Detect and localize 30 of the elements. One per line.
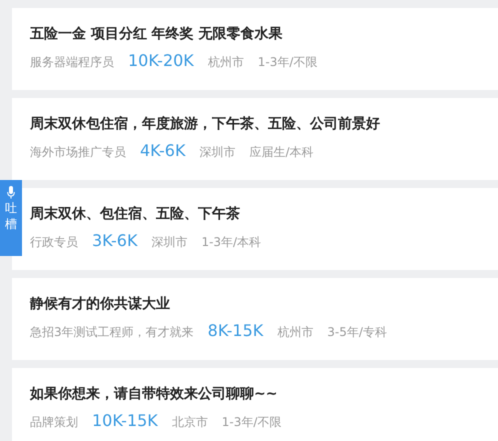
job-card[interactable]: 静候有才的你共谋大业 急招3年测试工程师，有才就来 8K-15K 杭州市 3-5年/专科: [12, 278, 498, 360]
job-position: 急招3年测试工程师，有才就来: [30, 324, 194, 341]
job-requirement: 1-3年/不限: [258, 54, 318, 71]
salary-range: 8K-15K: [208, 321, 264, 341]
job-title: 五险一金 项目分红 年终奖 无限零食水果: [30, 25, 284, 44]
job-title: 静候有才的你共谋大业: [30, 295, 171, 314]
job-city: 北京市: [172, 414, 208, 431]
job-city: 深圳市: [151, 234, 188, 251]
salary-range: 3K-6K: [92, 231, 138, 251]
job-requirement: 1-3年/不限: [222, 414, 282, 431]
job-title: 周末双休包住宿，年度旅游，下午茶、五险、公司前景好: [30, 114, 381, 134]
job-card[interactable]: 如果你想来，请自带特效来公司聊聊~~ 品牌策划 10K-15K 北京市 1-3年/不限: [12, 368, 498, 441]
job-title: 周末双休、包住宿、五险、下午茶: [30, 204, 241, 224]
job-city: 杭州市: [208, 54, 244, 71]
job-position: 服务器端程序员: [30, 54, 114, 71]
job-requirement: 应届生/本科: [249, 144, 314, 161]
salary-range: 10K-20K: [128, 51, 194, 71]
job-card[interactable]: 五险一金 项目分红 年终奖 无限零食水果 服务器端程序员 10K-20K 杭州市 1-3年/不限: [12, 8, 498, 90]
job-title: 如果你想来，请自带特效来公司聊聊~~: [30, 385, 278, 404]
job-card[interactable]: 周末双休包住宿，年度旅游，下午茶、五险、公司前景好 海外市场推广专员 4K-6K 深圳市 应届生/本科: [12, 98, 498, 180]
job-requirement: 1-3年/本科: [201, 234, 262, 251]
microphone-icon: [7, 186, 15, 199]
salary-range: 10K-15K: [92, 411, 158, 431]
job-requirement: 3-5年/专科: [327, 324, 387, 341]
job-city: 深圳市: [199, 144, 236, 161]
job-position: 海外市场推广专员: [30, 144, 126, 161]
job-position: 品牌策划: [30, 414, 78, 431]
job-city: 杭州市: [277, 324, 314, 341]
job-position: 行政专员: [30, 234, 78, 251]
salary-range: 4K-6K: [140, 141, 186, 161]
